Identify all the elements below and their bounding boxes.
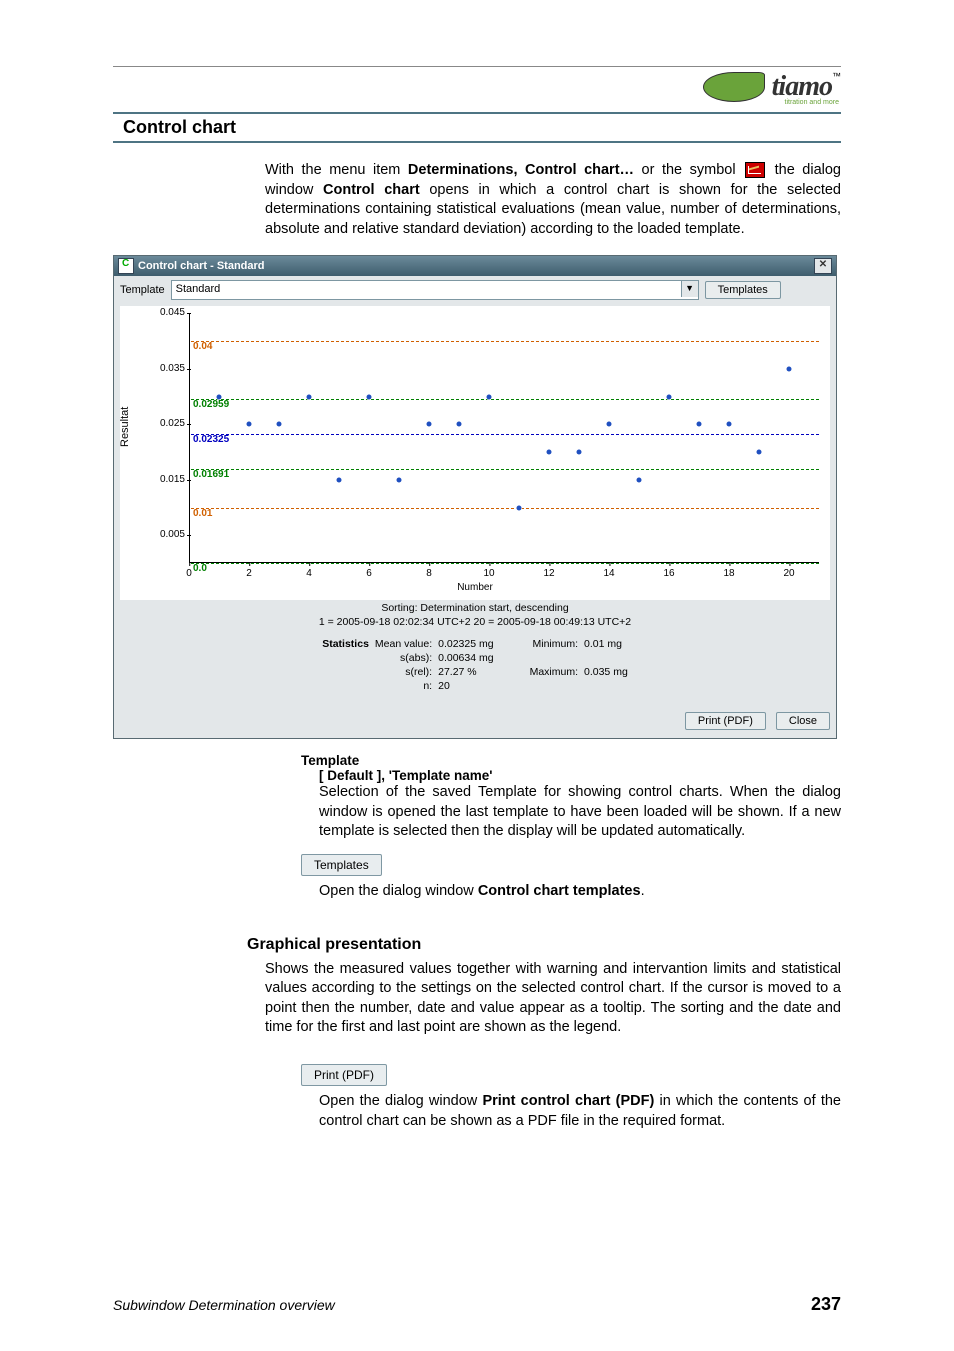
template-select[interactable]: Standard ▼ <box>171 280 699 300</box>
chevron-down-icon[interactable]: ▼ <box>681 281 698 297</box>
y-tick: 0.015 <box>151 474 185 485</box>
templates-button-inline[interactable]: Templates <box>301 854 382 876</box>
brand-logo: tiamo™ titration and more <box>113 71 841 106</box>
data-point <box>547 450 552 455</box>
x-tick: 0 <box>186 568 192 579</box>
reference-line <box>191 508 819 509</box>
y-tick: 0.035 <box>151 363 185 374</box>
y-tick: 0.045 <box>151 307 185 318</box>
data-point <box>307 394 312 399</box>
reference-line <box>191 341 819 342</box>
control-chart-window: Control chart - Standard ✕ Template Stan… <box>113 255 837 739</box>
window-title: Control chart - Standard <box>138 260 265 272</box>
x-tick: 8 <box>426 568 432 579</box>
reference-line <box>191 469 819 470</box>
reference-line-label: 0.01691 <box>193 469 229 480</box>
chart-range-legend: 1 = 2005-09-18 02:02:34 UTC+2 20 = 2005-… <box>120 616 830 628</box>
data-point <box>667 394 672 399</box>
window-close-button[interactable]: ✕ <box>814 258 832 274</box>
window-app-icon <box>118 258 134 274</box>
data-point <box>397 477 402 482</box>
graphical-heading: Graphical presentation <box>247 936 841 954</box>
data-point <box>787 366 792 371</box>
data-point <box>217 394 222 399</box>
data-point <box>727 422 732 427</box>
template-label: Template <box>120 284 165 296</box>
graphical-text: Shows the measured values together with … <box>265 960 841 1038</box>
window-titlebar: Control chart - Standard ✕ <box>114 256 836 276</box>
data-point <box>277 422 282 427</box>
x-tick: 20 <box>783 568 794 579</box>
x-tick: 6 <box>366 568 372 579</box>
data-point <box>337 477 342 482</box>
reference-line <box>191 563 819 564</box>
data-point <box>247 422 252 427</box>
x-tick: 10 <box>483 568 494 579</box>
x-tick: 14 <box>603 568 614 579</box>
template-field-values: [ Default ], 'Template name' <box>319 768 841 783</box>
reference-line-label: 0.02959 <box>193 399 229 410</box>
data-point <box>577 450 582 455</box>
chart-xlabel: Number <box>121 582 829 593</box>
reference-line-label: 0.04 <box>193 341 212 352</box>
page-number: 237 <box>811 1294 841 1315</box>
y-tick: 0.025 <box>151 418 185 429</box>
statistics-block: Statistics Mean value:0.02325 mg s(abs):… <box>120 638 830 692</box>
chart-sorting-legend: Sorting: Determination start, descending <box>120 602 830 614</box>
print-pdf-button[interactable]: Print (PDF) <box>685 712 766 730</box>
data-point <box>517 505 522 510</box>
data-point <box>637 477 642 482</box>
reference-line-label: 0.02325 <box>193 434 229 445</box>
x-tick: 12 <box>543 568 554 579</box>
data-point <box>607 422 612 427</box>
reference-line-label: 0.0 <box>193 563 207 574</box>
data-point <box>367 394 372 399</box>
data-point <box>487 394 492 399</box>
intro-paragraph: With the menu item Determinations, Contr… <box>265 161 841 239</box>
templates-button[interactable]: Templates <box>705 281 781 299</box>
data-point <box>427 422 432 427</box>
x-tick: 4 <box>306 568 312 579</box>
close-button[interactable]: Close <box>776 712 830 730</box>
template-field-head: Template <box>301 753 841 768</box>
chart-ylabel: Resultat <box>119 407 131 447</box>
reference-line-label: 0.01 <box>193 508 212 519</box>
reference-line <box>191 434 819 435</box>
footer-section: Subwindow Determination overview <box>113 1297 335 1313</box>
data-point <box>697 422 702 427</box>
template-field-text: Selection of the saved Template for show… <box>319 783 841 842</box>
reference-line <box>191 399 819 400</box>
x-tick: 18 <box>723 568 734 579</box>
section-title: Control chart <box>123 117 236 137</box>
x-tick: 2 <box>246 568 252 579</box>
data-point <box>757 450 762 455</box>
x-tick: 16 <box>663 568 674 579</box>
data-point <box>457 422 462 427</box>
control-chart-plot: Resultat Number 0.0050.0150.0250.0350.04… <box>120 306 830 600</box>
y-tick: 0.005 <box>151 529 185 540</box>
control-chart-icon <box>745 162 765 178</box>
print-pdf-button-inline[interactable]: Print (PDF) <box>301 1064 387 1086</box>
